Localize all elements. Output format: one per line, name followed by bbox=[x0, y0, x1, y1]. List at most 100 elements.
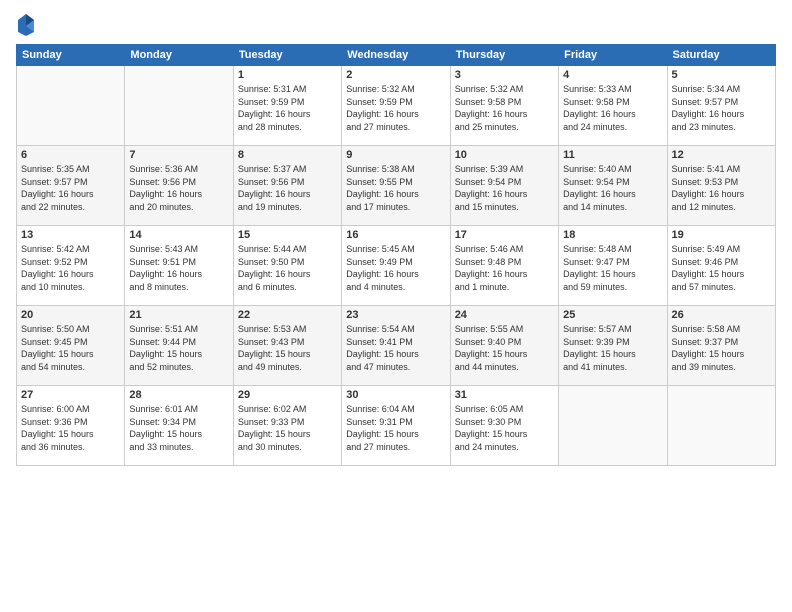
calendar-cell: 21 Sunrise: 5:51 AM Sunset: 9:44 PM Dayli… bbox=[125, 306, 233, 386]
day-number: 19 bbox=[672, 229, 771, 241]
day-info: Sunrise: 5:40 AM Sunset: 9:54 PM Dayligh… bbox=[563, 163, 662, 213]
calendar-week-row: 13 Sunrise: 5:42 AM Sunset: 9:52 PM Dayli… bbox=[17, 226, 776, 306]
header bbox=[16, 12, 776, 36]
calendar-cell: 26 Sunrise: 5:58 AM Sunset: 9:37 PM Dayli… bbox=[667, 306, 775, 386]
day-number: 31 bbox=[455, 389, 554, 401]
day-info: Sunrise: 5:34 AM Sunset: 9:57 PM Dayligh… bbox=[672, 83, 771, 133]
day-number: 17 bbox=[455, 229, 554, 241]
calendar-week-row: 1 Sunrise: 5:31 AM Sunset: 9:59 PM Daylig… bbox=[17, 66, 776, 146]
calendar-cell: 11 Sunrise: 5:40 AM Sunset: 9:54 PM Dayli… bbox=[559, 146, 667, 226]
calendar-cell: 17Sunrise: 5:46 AM Sunset: 9:48 PM Dayli… bbox=[450, 226, 558, 306]
day-info: Sunrise: 5:42 AM Sunset: 9:52 PM Dayligh… bbox=[21, 243, 120, 293]
day-info: Sunrise: 5:44 AM Sunset: 9:50 PM Dayligh… bbox=[238, 243, 337, 293]
calendar-table: SundayMondayTuesdayWednesdayThursdayFrid… bbox=[16, 44, 776, 466]
header-sunday: Sunday bbox=[17, 45, 125, 66]
calendar-cell: 1 Sunrise: 5:31 AM Sunset: 9:59 PM Daylig… bbox=[233, 66, 341, 146]
logo-icon bbox=[16, 12, 36, 36]
calendar-cell: 28 Sunrise: 6:01 AM Sunset: 9:34 PM Dayli… bbox=[125, 386, 233, 466]
calendar-cell: 14Sunrise: 5:43 AM Sunset: 9:51 PM Dayli… bbox=[125, 226, 233, 306]
day-info: Sunrise: 5:49 AM Sunset: 9:46 PM Dayligh… bbox=[672, 243, 771, 293]
calendar-cell: 30 Sunrise: 6:04 AM Sunset: 9:31 PM Dayli… bbox=[342, 386, 450, 466]
day-info: Sunrise: 5:45 AM Sunset: 9:49 PM Dayligh… bbox=[346, 243, 445, 293]
header-saturday: Saturday bbox=[667, 45, 775, 66]
day-info: Sunrise: 5:55 AM Sunset: 9:40 PM Dayligh… bbox=[455, 323, 554, 373]
day-number: 15 bbox=[238, 229, 337, 241]
header-friday: Friday bbox=[559, 45, 667, 66]
calendar-cell: 8 Sunrise: 5:37 AM Sunset: 9:56 PM Daylig… bbox=[233, 146, 341, 226]
day-number: 5 bbox=[672, 69, 771, 81]
header-thursday: Thursday bbox=[450, 45, 558, 66]
calendar-cell: 7 Sunrise: 5:36 AM Sunset: 9:56 PM Daylig… bbox=[125, 146, 233, 226]
day-number: 1 bbox=[238, 69, 337, 81]
day-number: 8 bbox=[238, 149, 337, 161]
day-info: Sunrise: 5:58 AM Sunset: 9:37 PM Dayligh… bbox=[672, 323, 771, 373]
day-number: 21 bbox=[129, 309, 228, 321]
day-number: 12 bbox=[672, 149, 771, 161]
day-number: 2 bbox=[346, 69, 445, 81]
calendar-cell: 4Sunrise: 5:33 AM Sunset: 9:58 PM Daylig… bbox=[559, 66, 667, 146]
calendar-cell: 19 Sunrise: 5:49 AM Sunset: 9:46 PM Dayli… bbox=[667, 226, 775, 306]
header-wednesday: Wednesday bbox=[342, 45, 450, 66]
day-info: Sunrise: 5:41 AM Sunset: 9:53 PM Dayligh… bbox=[672, 163, 771, 213]
calendar-week-row: 27 Sunrise: 6:00 AM Sunset: 9:36 PM Dayli… bbox=[17, 386, 776, 466]
calendar-cell bbox=[125, 66, 233, 146]
calendar-cell: 16Sunrise: 5:45 AM Sunset: 9:49 PM Dayli… bbox=[342, 226, 450, 306]
day-info: Sunrise: 6:05 AM Sunset: 9:30 PM Dayligh… bbox=[455, 403, 554, 453]
day-info: Sunrise: 5:54 AM Sunset: 9:41 PM Dayligh… bbox=[346, 323, 445, 373]
day-number: 24 bbox=[455, 309, 554, 321]
day-number: 4 bbox=[563, 69, 662, 81]
day-info: Sunrise: 5:51 AM Sunset: 9:44 PM Dayligh… bbox=[129, 323, 228, 373]
day-info: Sunrise: 5:53 AM Sunset: 9:43 PM Dayligh… bbox=[238, 323, 337, 373]
day-info: Sunrise: 5:36 AM Sunset: 9:56 PM Dayligh… bbox=[129, 163, 228, 213]
day-info: Sunrise: 6:01 AM Sunset: 9:34 PM Dayligh… bbox=[129, 403, 228, 453]
day-number: 6 bbox=[21, 149, 120, 161]
day-info: Sunrise: 5:32 AM Sunset: 9:59 PM Dayligh… bbox=[346, 83, 445, 133]
calendar-cell: 15 Sunrise: 5:44 AM Sunset: 9:50 PM Dayli… bbox=[233, 226, 341, 306]
day-number: 25 bbox=[563, 309, 662, 321]
day-info: Sunrise: 5:50 AM Sunset: 9:45 PM Dayligh… bbox=[21, 323, 120, 373]
day-number: 23 bbox=[346, 309, 445, 321]
calendar-cell: 6 Sunrise: 5:35 AM Sunset: 9:57 PM Daylig… bbox=[17, 146, 125, 226]
calendar-page: SundayMondayTuesdayWednesdayThursdayFrid… bbox=[0, 0, 792, 612]
calendar-cell bbox=[667, 386, 775, 466]
day-number: 20 bbox=[21, 309, 120, 321]
calendar-week-row: 20 Sunrise: 5:50 AM Sunset: 9:45 PM Dayli… bbox=[17, 306, 776, 386]
day-number: 13 bbox=[21, 229, 120, 241]
calendar-cell: 23 Sunrise: 5:54 AM Sunset: 9:41 PM Dayli… bbox=[342, 306, 450, 386]
header-tuesday: Tuesday bbox=[233, 45, 341, 66]
header-monday: Monday bbox=[125, 45, 233, 66]
day-info: Sunrise: 6:00 AM Sunset: 9:36 PM Dayligh… bbox=[21, 403, 120, 453]
calendar-header-row: SundayMondayTuesdayWednesdayThursdayFrid… bbox=[17, 45, 776, 66]
day-number: 14 bbox=[129, 229, 228, 241]
day-number: 10 bbox=[455, 149, 554, 161]
day-info: Sunrise: 6:04 AM Sunset: 9:31 PM Dayligh… bbox=[346, 403, 445, 453]
day-info: Sunrise: 5:39 AM Sunset: 9:54 PM Dayligh… bbox=[455, 163, 554, 213]
calendar-cell: 10 Sunrise: 5:39 AM Sunset: 9:54 PM Dayli… bbox=[450, 146, 558, 226]
calendar-cell bbox=[17, 66, 125, 146]
calendar-cell: 12 Sunrise: 5:41 AM Sunset: 9:53 PM Dayli… bbox=[667, 146, 775, 226]
day-info: Sunrise: 5:37 AM Sunset: 9:56 PM Dayligh… bbox=[238, 163, 337, 213]
day-number: 30 bbox=[346, 389, 445, 401]
day-number: 7 bbox=[129, 149, 228, 161]
calendar-cell: 31 Sunrise: 6:05 AM Sunset: 9:30 PM Dayli… bbox=[450, 386, 558, 466]
day-info: Sunrise: 5:48 AM Sunset: 9:47 PM Dayligh… bbox=[563, 243, 662, 293]
day-info: Sunrise: 5:32 AM Sunset: 9:58 PM Dayligh… bbox=[455, 83, 554, 133]
day-number: 26 bbox=[672, 309, 771, 321]
calendar-cell: 20 Sunrise: 5:50 AM Sunset: 9:45 PM Dayli… bbox=[17, 306, 125, 386]
calendar-cell: 27 Sunrise: 6:00 AM Sunset: 9:36 PM Dayli… bbox=[17, 386, 125, 466]
calendar-cell: 24 Sunrise: 5:55 AM Sunset: 9:40 PM Dayli… bbox=[450, 306, 558, 386]
calendar-cell bbox=[559, 386, 667, 466]
day-info: Sunrise: 6:02 AM Sunset: 9:33 PM Dayligh… bbox=[238, 403, 337, 453]
day-number: 28 bbox=[129, 389, 228, 401]
calendar-cell: 3Sunrise: 5:32 AM Sunset: 9:58 PM Daylig… bbox=[450, 66, 558, 146]
calendar-cell: 2 Sunrise: 5:32 AM Sunset: 9:59 PM Daylig… bbox=[342, 66, 450, 146]
day-number: 9 bbox=[346, 149, 445, 161]
day-info: Sunrise: 5:35 AM Sunset: 9:57 PM Dayligh… bbox=[21, 163, 120, 213]
calendar-week-row: 6 Sunrise: 5:35 AM Sunset: 9:57 PM Daylig… bbox=[17, 146, 776, 226]
day-number: 29 bbox=[238, 389, 337, 401]
calendar-cell: 5 Sunrise: 5:34 AM Sunset: 9:57 PM Daylig… bbox=[667, 66, 775, 146]
day-info: Sunrise: 5:31 AM Sunset: 9:59 PM Dayligh… bbox=[238, 83, 337, 133]
day-number: 27 bbox=[21, 389, 120, 401]
day-number: 11 bbox=[563, 149, 662, 161]
calendar-cell: 18Sunrise: 5:48 AM Sunset: 9:47 PM Dayli… bbox=[559, 226, 667, 306]
